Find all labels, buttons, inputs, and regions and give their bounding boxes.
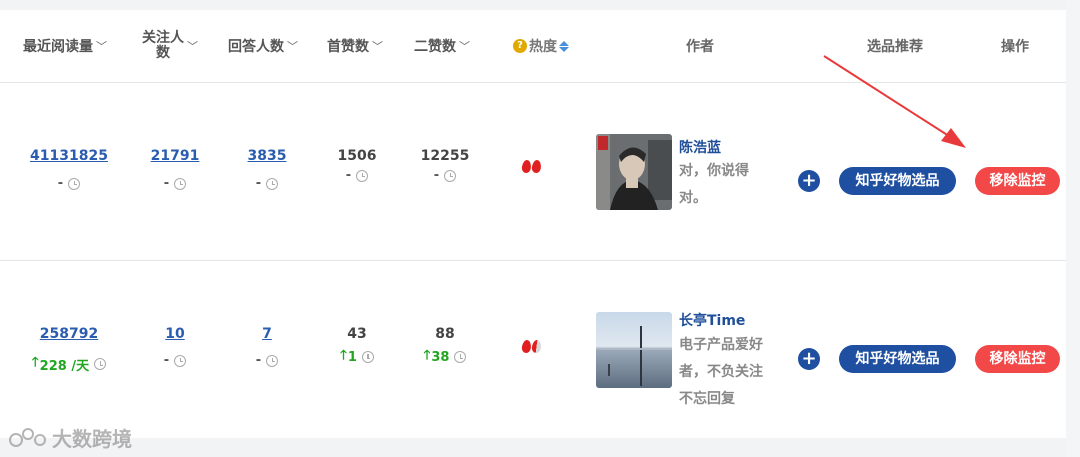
annotation-arrow-line xyxy=(823,55,953,139)
watermark-logo-icon xyxy=(9,427,46,447)
watermark: 大数跨境 xyxy=(8,423,132,452)
watermark-text: 大数跨境 xyxy=(52,427,132,451)
annotation-arrow xyxy=(823,55,966,148)
annotation-arrow-head xyxy=(941,128,966,148)
